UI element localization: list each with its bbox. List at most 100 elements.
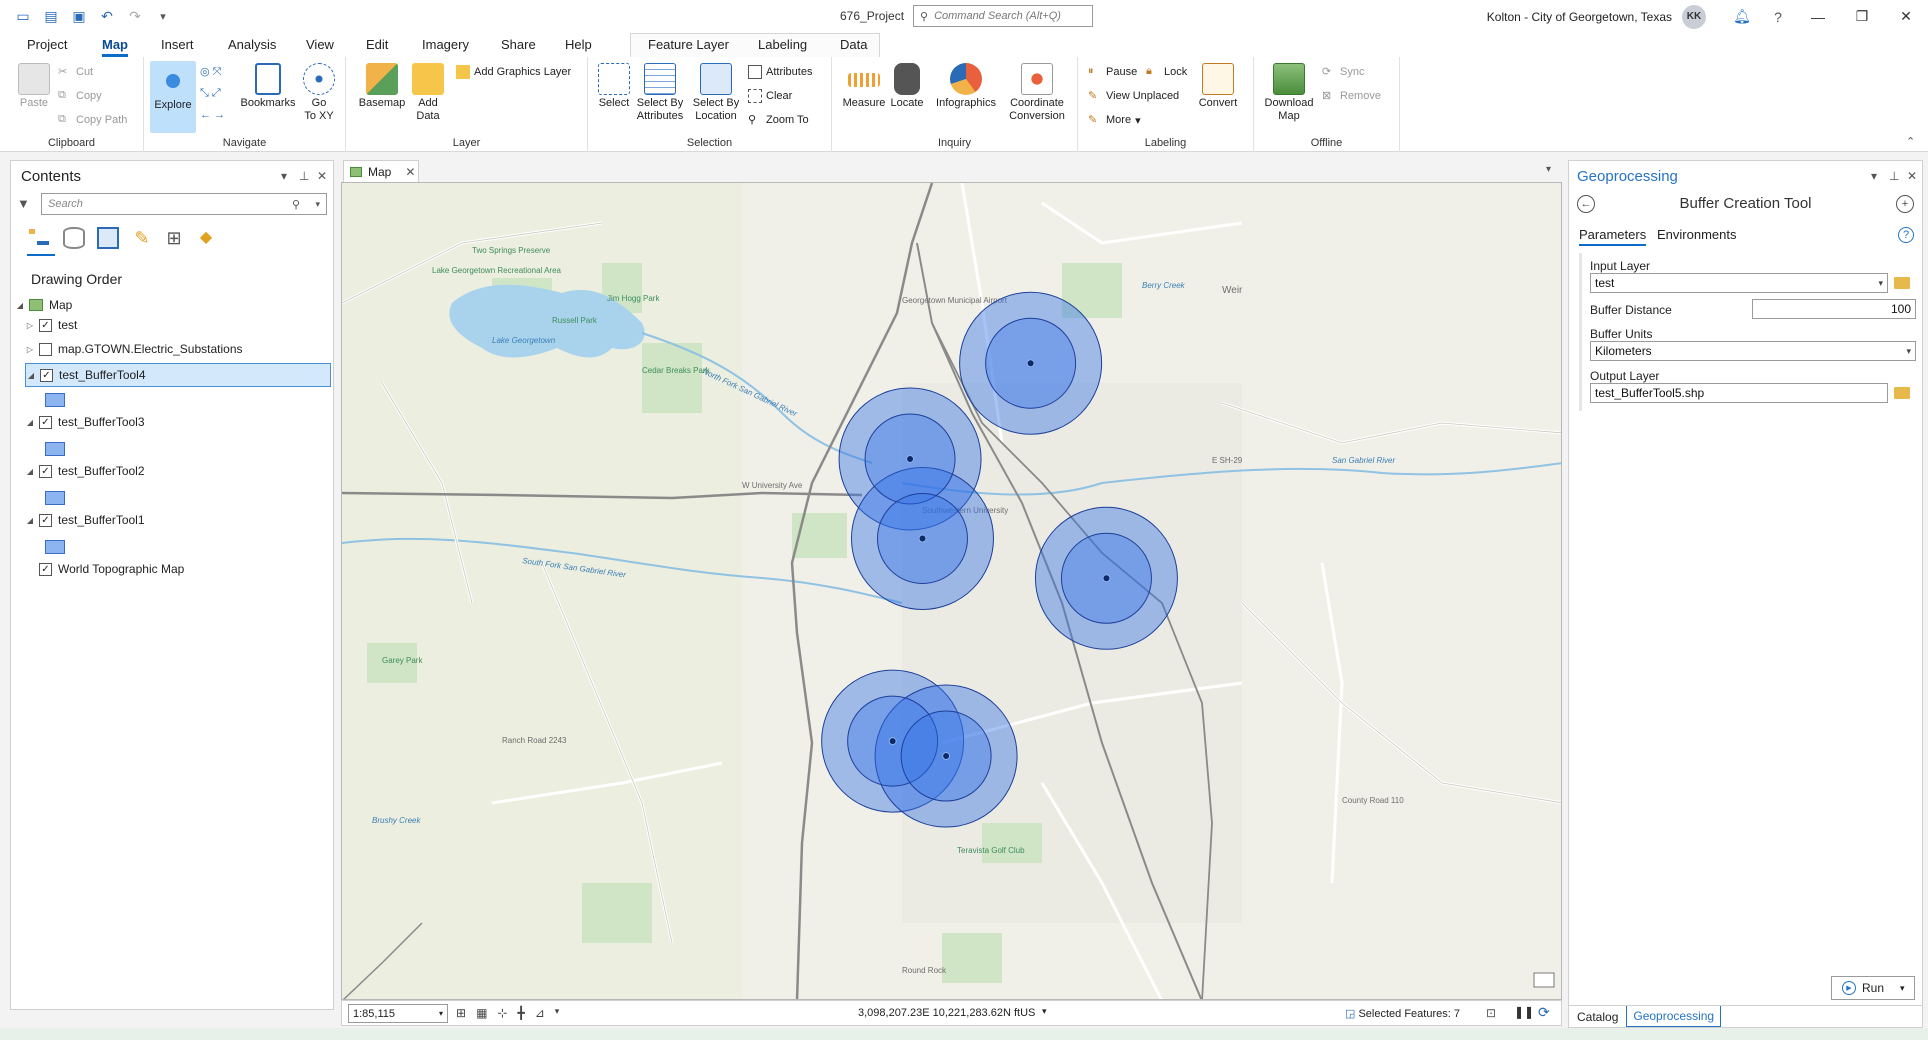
substation-point[interactable] — [942, 752, 951, 761]
expand-icon[interactable]: ▷ — [25, 321, 35, 330]
table-icon[interactable]: ▦ — [476, 1006, 487, 1020]
selected-features-count[interactable]: ◲ Selected Features: 7 — [1345, 1007, 1460, 1020]
filter-icon[interactable]: ▼ — [17, 196, 30, 211]
collapse-icon[interactable]: ◢ — [25, 418, 35, 427]
browse-folder-icon[interactable] — [1894, 387, 1910, 399]
sync-button[interactable]: ⟳ Sync — [1322, 65, 1364, 79]
rotation-icon[interactable]: ⊿ — [535, 1006, 545, 1020]
pause-button[interactable]: ⏸ Pause — [1088, 65, 1137, 79]
map-overview-icon[interactable] — [1533, 972, 1555, 988]
pane-options-icon[interactable]: ▾ — [1871, 169, 1877, 183]
avatar[interactable]: KK — [1682, 4, 1706, 29]
basemap-button[interactable]: Basemap — [354, 63, 410, 110]
layer-visibility-checkbox[interactable]: ✓ — [39, 318, 52, 332]
explore-button[interactable]: Explore — [150, 61, 196, 133]
bookmarks-button[interactable]: Bookmarks — [240, 63, 296, 110]
tab-environments[interactable]: Environments — [1657, 227, 1736, 242]
clear-button[interactable]: Clear — [748, 89, 792, 103]
refresh-icon[interactable]: ⟳ — [1538, 1004, 1550, 1021]
symbol-swatch[interactable] — [45, 540, 65, 554]
buffer-units-select[interactable]: Kilometers ▾ — [1590, 341, 1916, 361]
tab-imagery[interactable]: Imagery — [422, 37, 469, 52]
tab-parameters[interactable]: Parameters — [1579, 227, 1647, 246]
pin-icon[interactable]: ⊥ — [299, 169, 309, 183]
layer-buffertool2[interactable]: ◢ ✓ test_BufferTool2 — [25, 461, 347, 481]
add-icon[interactable]: + — [1896, 195, 1914, 213]
help-question-icon[interactable]: ? — [1760, 9, 1796, 25]
fixed-zoom-icon[interactable]: ⤡ ⤢ — [200, 87, 221, 100]
coordinate-conversion-button[interactable]: Coordinate Conversion — [1002, 63, 1072, 123]
layer-buffertool3[interactable]: ◢ ✓ test_BufferTool3 — [25, 412, 347, 432]
zoom-to-button[interactable]: ⚲ Zoom To — [748, 113, 809, 127]
constraint-icon[interactable]: ╋ — [517, 1006, 524, 1020]
pin-icon[interactable]: ⊥ — [1889, 169, 1899, 183]
tab-view[interactable]: View — [306, 37, 334, 52]
substation-point[interactable] — [918, 534, 927, 543]
layer-visibility-checkbox[interactable]: ✓ — [39, 562, 52, 576]
notifications-icon[interactable]: 🔔︎ — [1724, 8, 1760, 25]
map-view[interactable]: Lake Georgetown Lake Georgetown Recreati… — [341, 182, 1562, 1000]
list-by-snapping-icon[interactable]: ⊞ — [163, 227, 185, 249]
close-icon[interactable]: ✕ — [1884, 8, 1928, 25]
layer-visibility-checkbox[interactable]: ✓ — [39, 464, 52, 478]
undo-icon[interactable]: ↶ — [98, 8, 116, 26]
new-project-icon[interactable]: ▭ — [14, 8, 32, 26]
list-by-labeling-icon[interactable]: ◆ — [195, 227, 217, 249]
tab-share[interactable]: Share — [501, 37, 536, 52]
substation-point[interactable] — [888, 737, 897, 746]
grid-icon[interactable]: ⊞ — [456, 1006, 466, 1020]
go-to-xy-button[interactable]: Go To XY — [294, 63, 344, 123]
tab-labeling[interactable]: Labeling — [758, 37, 807, 52]
pause-drawing-icon[interactable]: ❚❚ — [1514, 1005, 1534, 1019]
locate-button[interactable]: Locate — [884, 63, 930, 110]
lock-button[interactable]: 🔒︎ Lock — [1146, 65, 1187, 79]
full-extent-icon[interactable]: ◎ ⤧ — [200, 65, 221, 79]
tab-edit[interactable]: Edit — [366, 37, 388, 52]
layer-buffertool1[interactable]: ◢ ✓ test_BufferTool1 — [25, 510, 347, 530]
redo-icon[interactable]: ↷ — [126, 8, 144, 26]
list-by-editing-icon[interactable]: ✎ — [131, 227, 153, 249]
add-graphics-layer-button[interactable]: Add Graphics Layer — [456, 65, 571, 79]
select-button[interactable]: Select — [590, 63, 638, 110]
run-button[interactable]: ▶ Run ▾ — [1831, 976, 1915, 1000]
scale-selector[interactable]: 1:85,115 ▾ — [348, 1004, 448, 1023]
collapse-icon[interactable]: ◢ — [25, 516, 35, 525]
more-button[interactable]: ✎ More ▾ — [1088, 113, 1141, 127]
contents-search-input[interactable]: Search ⚲ ▾ — [41, 193, 327, 215]
restore-icon[interactable]: ❐ — [1840, 8, 1884, 25]
map-view-tab[interactable]: Map ✕ — [343, 160, 419, 182]
help-icon[interactable]: ? — [1898, 227, 1914, 243]
tab-map[interactable]: Map — [102, 37, 128, 57]
refresh-control-icon[interactable]: ⊡ — [1486, 1006, 1496, 1020]
tab-data[interactable]: Data — [840, 37, 867, 52]
infographics-button[interactable]: Infographics — [930, 63, 1002, 110]
layer-visibility-checkbox[interactable]: ✓ — [39, 415, 52, 429]
expand-icon[interactable]: ▷ — [25, 345, 35, 354]
tab-insert[interactable]: Insert — [161, 37, 194, 52]
collapse-icon[interactable]: ◢ — [26, 371, 36, 380]
browse-folder-icon[interactable] — [1894, 277, 1910, 289]
substation-point[interactable] — [1026, 359, 1035, 368]
select-by-attributes-button[interactable]: Select By Attributes — [632, 63, 688, 123]
map-node[interactable]: ◢ Map — [15, 295, 337, 315]
buffer-distance-input[interactable]: 100 — [1752, 299, 1916, 319]
tab-help[interactable]: Help — [565, 37, 592, 52]
view-unplaced-button[interactable]: ✎ View Unplaced — [1088, 89, 1179, 103]
pane-options-icon[interactable]: ▾ — [281, 169, 287, 183]
chevron-down-icon[interactable]: ▾ — [555, 1006, 560, 1020]
output-layer-input[interactable]: test_BufferTool5.shp — [1590, 383, 1888, 403]
layer-electric-substations[interactable]: ▷ map.GTOWN.Electric_Substations — [25, 339, 347, 359]
input-layer-select[interactable]: test ▾ — [1590, 273, 1888, 293]
snapping-icon[interactable]: ⊹ — [497, 1006, 507, 1020]
minimize-icon[interactable]: — — [1796, 9, 1840, 25]
substation-point[interactable] — [906, 454, 915, 463]
customize-toolbar-icon[interactable]: ▾ — [154, 8, 172, 26]
copy-path-button[interactable]: ⧉ Copy Path — [58, 113, 127, 127]
layer-visibility-checkbox[interactable]: ✓ — [39, 513, 52, 527]
select-by-location-button[interactable]: Select By Location — [688, 63, 744, 123]
expand-icon[interactable]: ◢ — [15, 301, 25, 310]
view-options-icon[interactable]: ▾ — [1546, 164, 1551, 175]
download-map-button[interactable]: Download Map — [1258, 63, 1320, 123]
close-pane-icon[interactable]: ✕ — [317, 169, 327, 183]
substation-point[interactable] — [1102, 574, 1111, 583]
